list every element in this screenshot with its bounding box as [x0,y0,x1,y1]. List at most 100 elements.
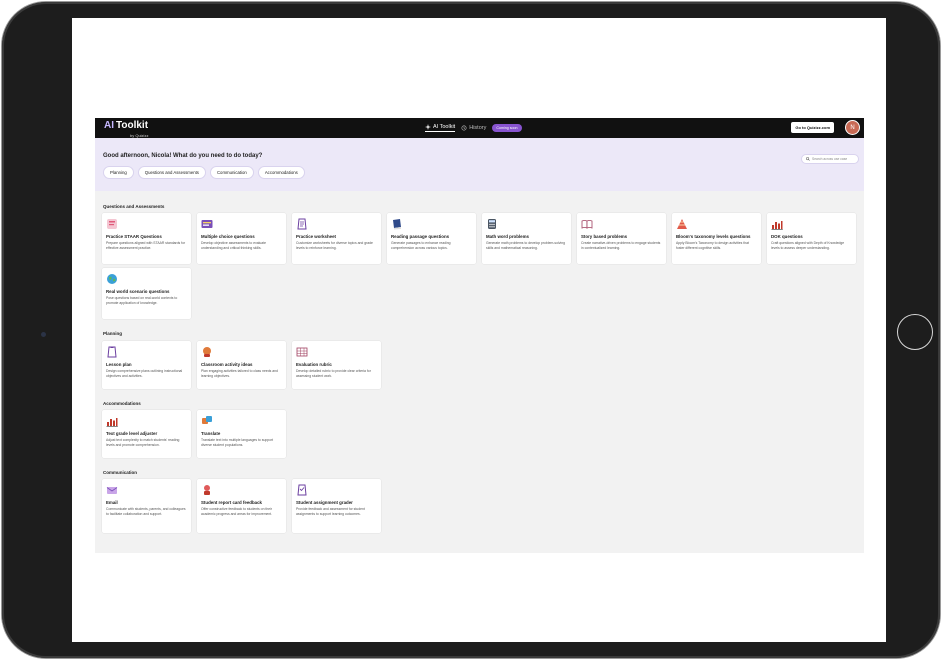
card-title: Math word problems [486,234,529,239]
bar-chart-icon [106,418,118,427]
card-title: Reading passage questions [391,234,450,239]
card-student-report-card[interactable]: Student report card feedback Offer const… [197,479,286,533]
card-desc: Pose questions based on real-world conte… [106,295,178,305]
card-practice-worksheet[interactable]: Practice worksheet Customize worksheets … [292,213,381,264]
camera-dot [41,332,46,337]
card-desc: Create narrative-driven problems to enga… [581,240,661,250]
card-desc: Apply Bloom's Taxonomy to design activit… [676,240,749,250]
card-multiple-choice[interactable]: Multiple choice questions Develop object… [197,213,286,264]
logo-ai-text: AI [104,120,114,131]
card-desc: Generate math problems to develop proble… [486,240,565,250]
card-title: DOK questions [771,234,803,239]
card-title: Translate [201,431,221,436]
card-title: Bloom's taxonomy levels questions [676,234,751,239]
grader-icon [297,484,307,496]
card-email[interactable]: Email Communicate with students, parents… [102,479,191,533]
card-title: Story based problems [581,234,628,239]
category-chips: Planning Questions and Assessments Commu… [103,166,305,179]
nav-ai-toolkit[interactable]: AI Toolkit [425,124,456,132]
card-desc: Adjust text complexity to match students… [106,437,180,447]
section-title-accommodations: Accommodations [103,401,141,406]
card-story-based-problems[interactable]: Story based problems Create narrative-dr… [577,213,666,264]
card-desc: Plan engaging activities tailored to cla… [201,368,278,378]
section-title-questions: Questions and Assessments [103,204,165,209]
chip-questions-assessments[interactable]: Questions and Assessments [137,166,206,179]
staar-icon [107,219,117,229]
card-title: Practice worksheet [296,234,337,239]
greeting-band: Good afternoon, Nicola! What do you need… [95,138,864,191]
go-to-quizizz-button[interactable]: Go to Quizizz.com [791,122,834,133]
card-title: Practice STAAR Questions [106,234,162,239]
card-math-word-problems[interactable]: Math word problems Generate math problem… [482,213,571,264]
email-icon [106,487,118,494]
card-title: Email [106,500,118,505]
card-reading-passage[interactable]: Reading passage questions Generate passa… [387,213,476,264]
search-input[interactable]: Search across use case [801,154,859,164]
home-button[interactable] [897,314,933,350]
card-lesson-plan[interactable]: Lesson plan Design comprehensive plans o… [102,341,191,389]
card-desc: Customize worksheets for diverse topics … [296,240,373,250]
open-book-icon [581,220,593,229]
card-desc: Offer constructive feedback to students … [201,506,273,516]
card-title: Classroom activity ideas [201,362,253,367]
card-student-assignment-grader[interactable]: Student assignment grader Provide feedba… [292,479,381,533]
card-title: Student report card feedback [201,500,262,505]
card-desc: Develop detailed rubric to provide clear… [296,368,371,378]
content-area: Questions and Assessments Practice STAAR… [95,191,864,553]
rubric-icon [296,347,308,357]
card-blooms-taxonomy[interactable]: Bloom's taxonomy levels questions Apply … [672,213,761,264]
card-title: Student assignment grader [296,500,353,505]
nav-history-label: History [469,125,487,131]
sparkle-icon [425,124,431,130]
bar-chart-icon [771,221,783,230]
mcq-icon [201,220,213,228]
card-desc: Generate passages to enhance reading com… [391,240,451,250]
avatar[interactable]: N [846,121,859,134]
activity-icon [203,347,211,357]
card-classroom-activity[interactable]: Classroom activity ideas Plan engaging a… [197,341,286,389]
card-practice-staar[interactable]: Practice STAAR Questions Prepare questio… [102,213,191,264]
screen: AI Toolkit by Quizizz AI Toolkit History… [72,18,886,642]
nav-ai-toolkit-label: AI Toolkit [433,124,456,130]
globe-icon [107,274,117,284]
ai-toolkit-logo[interactable]: AI Toolkit by Quizizz [104,120,148,138]
top-app-bar: AI Toolkit by Quizizz AI Toolkit History… [95,118,864,138]
calculator-icon [488,219,496,229]
card-title: Real world scenario questions [106,289,170,294]
card-desc: Provide feedback and assessment for stud… [296,506,365,516]
card-dok-questions[interactable]: DOK questions Craft questions aligned wi… [767,213,856,264]
card-desc: Design comprehensive plans outlining ins… [106,368,183,378]
section-title-planning: Planning [103,331,122,336]
main-nav: AI Toolkit History Coming soon [425,118,522,138]
worksheet-icon [297,218,307,230]
search-placeholder: Search across use case [812,157,848,161]
chip-planning[interactable]: Planning [103,166,134,179]
report-card-icon [204,485,210,495]
greeting-title: Good afternoon, Nicola! What do you need… [103,153,263,159]
translate-icon [202,416,212,424]
chip-communication[interactable]: Communication [209,166,254,179]
coming-soon-badge: Coming soon [492,124,522,132]
card-text-grade-level[interactable]: Text grade level adjuster Adjust text co… [102,410,191,458]
card-translate[interactable]: Translate Translate text into multiple l… [197,410,286,458]
card-desc: Develop objective assessments to evaluat… [201,240,267,250]
history-icon [461,125,467,131]
logo-toolkit-text: Toolkit by Quizizz [116,120,148,138]
card-title: Multiple choice questions [201,234,255,239]
search-icon [806,157,810,161]
chip-accommodations[interactable]: Accommodations [257,166,305,179]
card-desc: Translate text into multiple languages t… [201,437,274,447]
card-desc: Craft questions aligned with Depth of Kn… [771,240,845,250]
pyramid-icon [677,219,687,229]
card-evaluation-rubric[interactable]: Evaluation rubric Develop detailed rubri… [292,341,381,389]
card-desc: Prepare questions aligned with STAAR sta… [106,240,186,250]
book-icon [393,219,401,230]
card-title: Evaluation rubric [296,362,332,367]
nav-history[interactable]: History [461,125,486,131]
card-desc: Communicate with students, parents, and … [106,506,186,516]
section-title-communication: Communication [103,470,138,475]
card-title: Lesson plan [106,362,132,367]
clipboard-icon [107,346,117,358]
card-real-world-scenario[interactable]: Real world scenario questions Pose quest… [102,268,191,319]
tablet-frame: AI Toolkit by Quizizz AI Toolkit History… [2,2,940,658]
